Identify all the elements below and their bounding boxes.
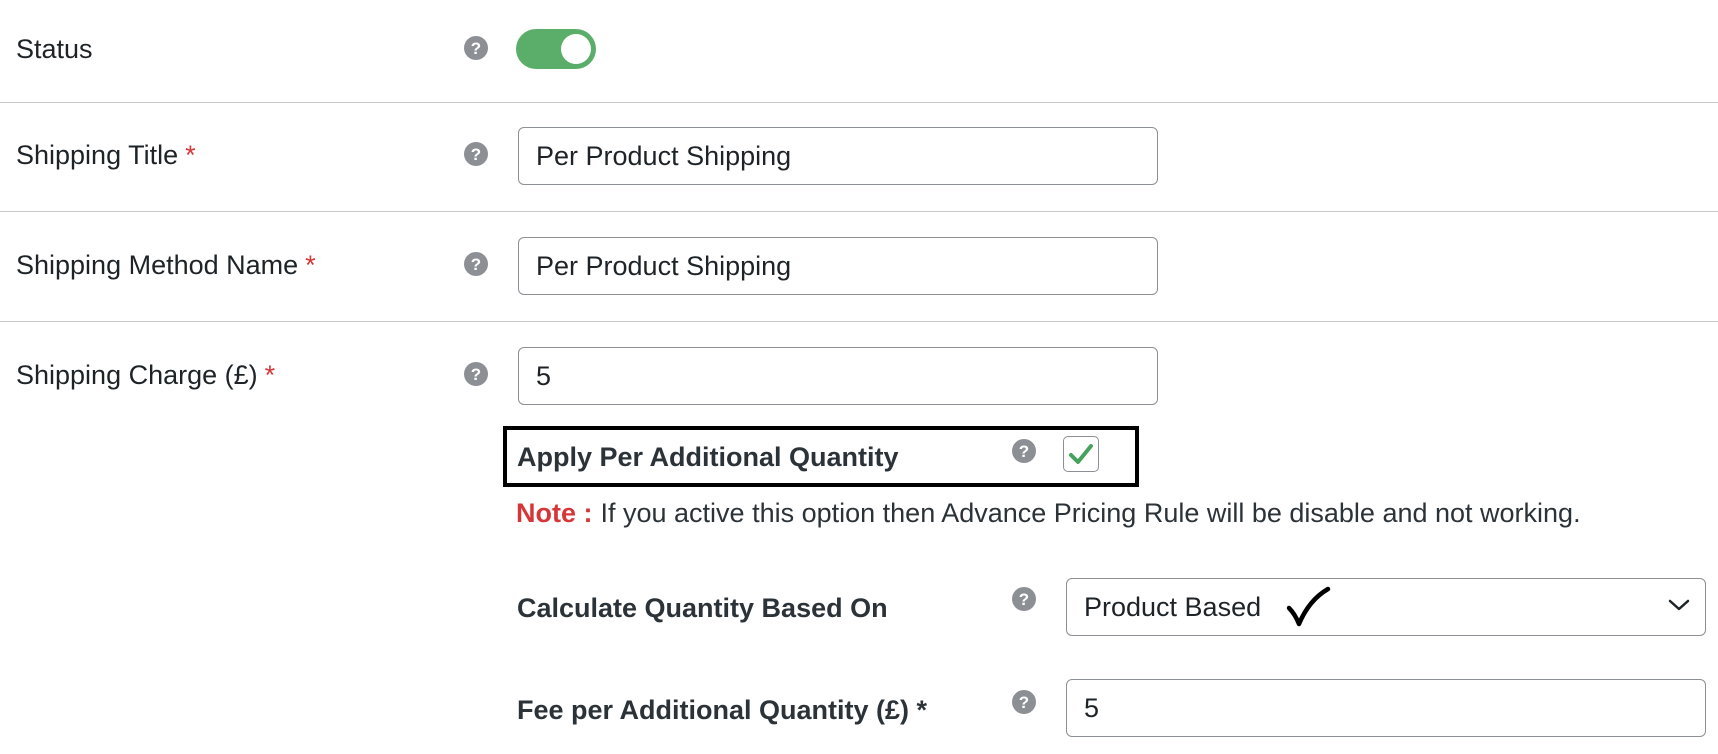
help-icon[interactable]: ? (1012, 587, 1036, 611)
shipping-charge-label-text: Shipping Charge (£) (16, 360, 258, 390)
note-message: If you active this option then Advance P… (600, 498, 1581, 528)
help-icon[interactable]: ? (1012, 439, 1036, 463)
handwritten-check-icon (1286, 586, 1331, 627)
fee-per-additional-input[interactable]: 5 (1066, 679, 1706, 737)
note-key: Note : (516, 498, 593, 528)
fee-per-additional-label: Fee per Additional Quantity (£) * (517, 695, 928, 725)
help-icon[interactable]: ? (1012, 690, 1036, 714)
required-mark: * (305, 250, 316, 280)
help-icon[interactable]: ? (464, 142, 488, 166)
apply-additional-label: Apply Per Additional Quantity (517, 442, 899, 472)
check-icon (1069, 444, 1093, 464)
calculate-based-on-select[interactable]: Product Based (1066, 578, 1706, 636)
status-toggle[interactable] (516, 29, 596, 69)
help-icon[interactable]: ? (464, 362, 488, 386)
status-label: Status (16, 34, 93, 64)
help-icon[interactable]: ? (464, 36, 488, 60)
method-name-label: Shipping Method Name * (16, 250, 316, 281)
shipping-title-input[interactable]: Per Product Shipping (518, 127, 1158, 185)
required-mark: * (264, 360, 276, 390)
calculate-based-on-label: Calculate Quantity Based On (517, 593, 888, 623)
select-value: Product Based (1084, 591, 1262, 622)
shipping-charge-input[interactable]: 5 (518, 347, 1158, 405)
divider (0, 211, 1718, 212)
shipping-charge-label: Shipping Charge (£) * (16, 360, 275, 391)
help-icon[interactable]: ? (464, 252, 488, 276)
divider (0, 102, 1718, 103)
required-mark: * (185, 140, 196, 170)
shipping-title-label: Shipping Title * (16, 140, 196, 171)
divider (0, 321, 1718, 322)
shipping-title-label-text: Shipping Title (16, 140, 179, 170)
method-name-input[interactable]: Per Product Shipping (518, 237, 1158, 295)
toggle-knob (561, 34, 591, 64)
apply-additional-checkbox[interactable] (1063, 436, 1099, 472)
chevron-down-icon (1668, 599, 1690, 611)
method-name-label-text: Shipping Method Name (16, 250, 299, 280)
note-text: Note : If you active this option then Adv… (516, 498, 1581, 529)
